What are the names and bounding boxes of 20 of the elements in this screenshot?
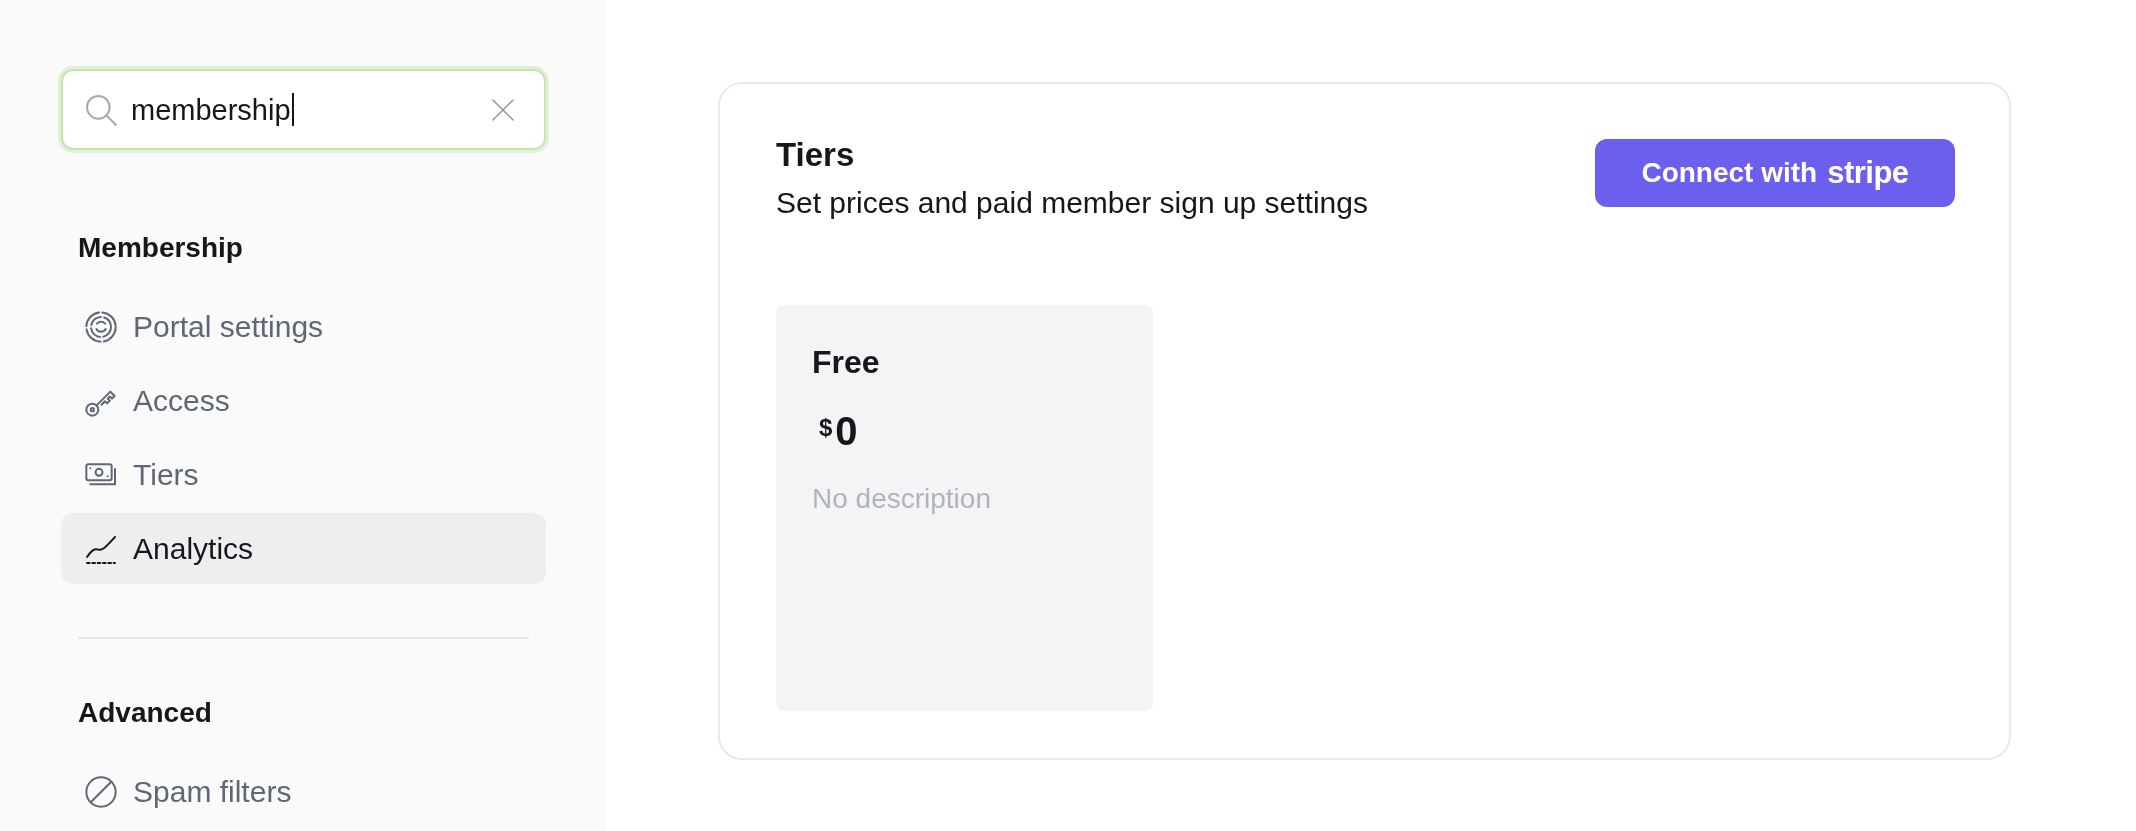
sidebar-nav-item[interactable]: Spam filters: [61, 756, 546, 827]
section-description: Set prices and paid member sign up settings: [776, 185, 1368, 221]
concentric-rings-icon: [85, 310, 117, 343]
connect-stripe-button[interactable]: Connect with stripe: [1595, 139, 1955, 207]
section-heading: Membership: [77, 231, 244, 265]
tier-description: No description: [812, 482, 991, 516]
sidebar-nav-item[interactable]: Portal settings: [61, 291, 546, 362]
tier-name: Free: [812, 343, 880, 381]
search-icon: [85, 93, 117, 126]
sidebar-nav-item[interactable]: Tiers: [61, 439, 546, 510]
tier-card[interactable]: Free $0 No description: [776, 305, 1153, 711]
slash-circle-icon: [85, 775, 117, 808]
section-title: Tiers: [776, 135, 856, 175]
section-heading: Advanced: [77, 696, 213, 730]
sidebar-nav-item[interactable]: Access: [61, 365, 546, 436]
close-icon[interactable]: [492, 98, 514, 121]
sidebar-nav-item[interactable]: Analytics: [61, 513, 546, 584]
tier-price: $0: [819, 411, 858, 451]
text-cursor: [291, 93, 294, 126]
search-field[interactable]: membership: [61, 69, 546, 150]
